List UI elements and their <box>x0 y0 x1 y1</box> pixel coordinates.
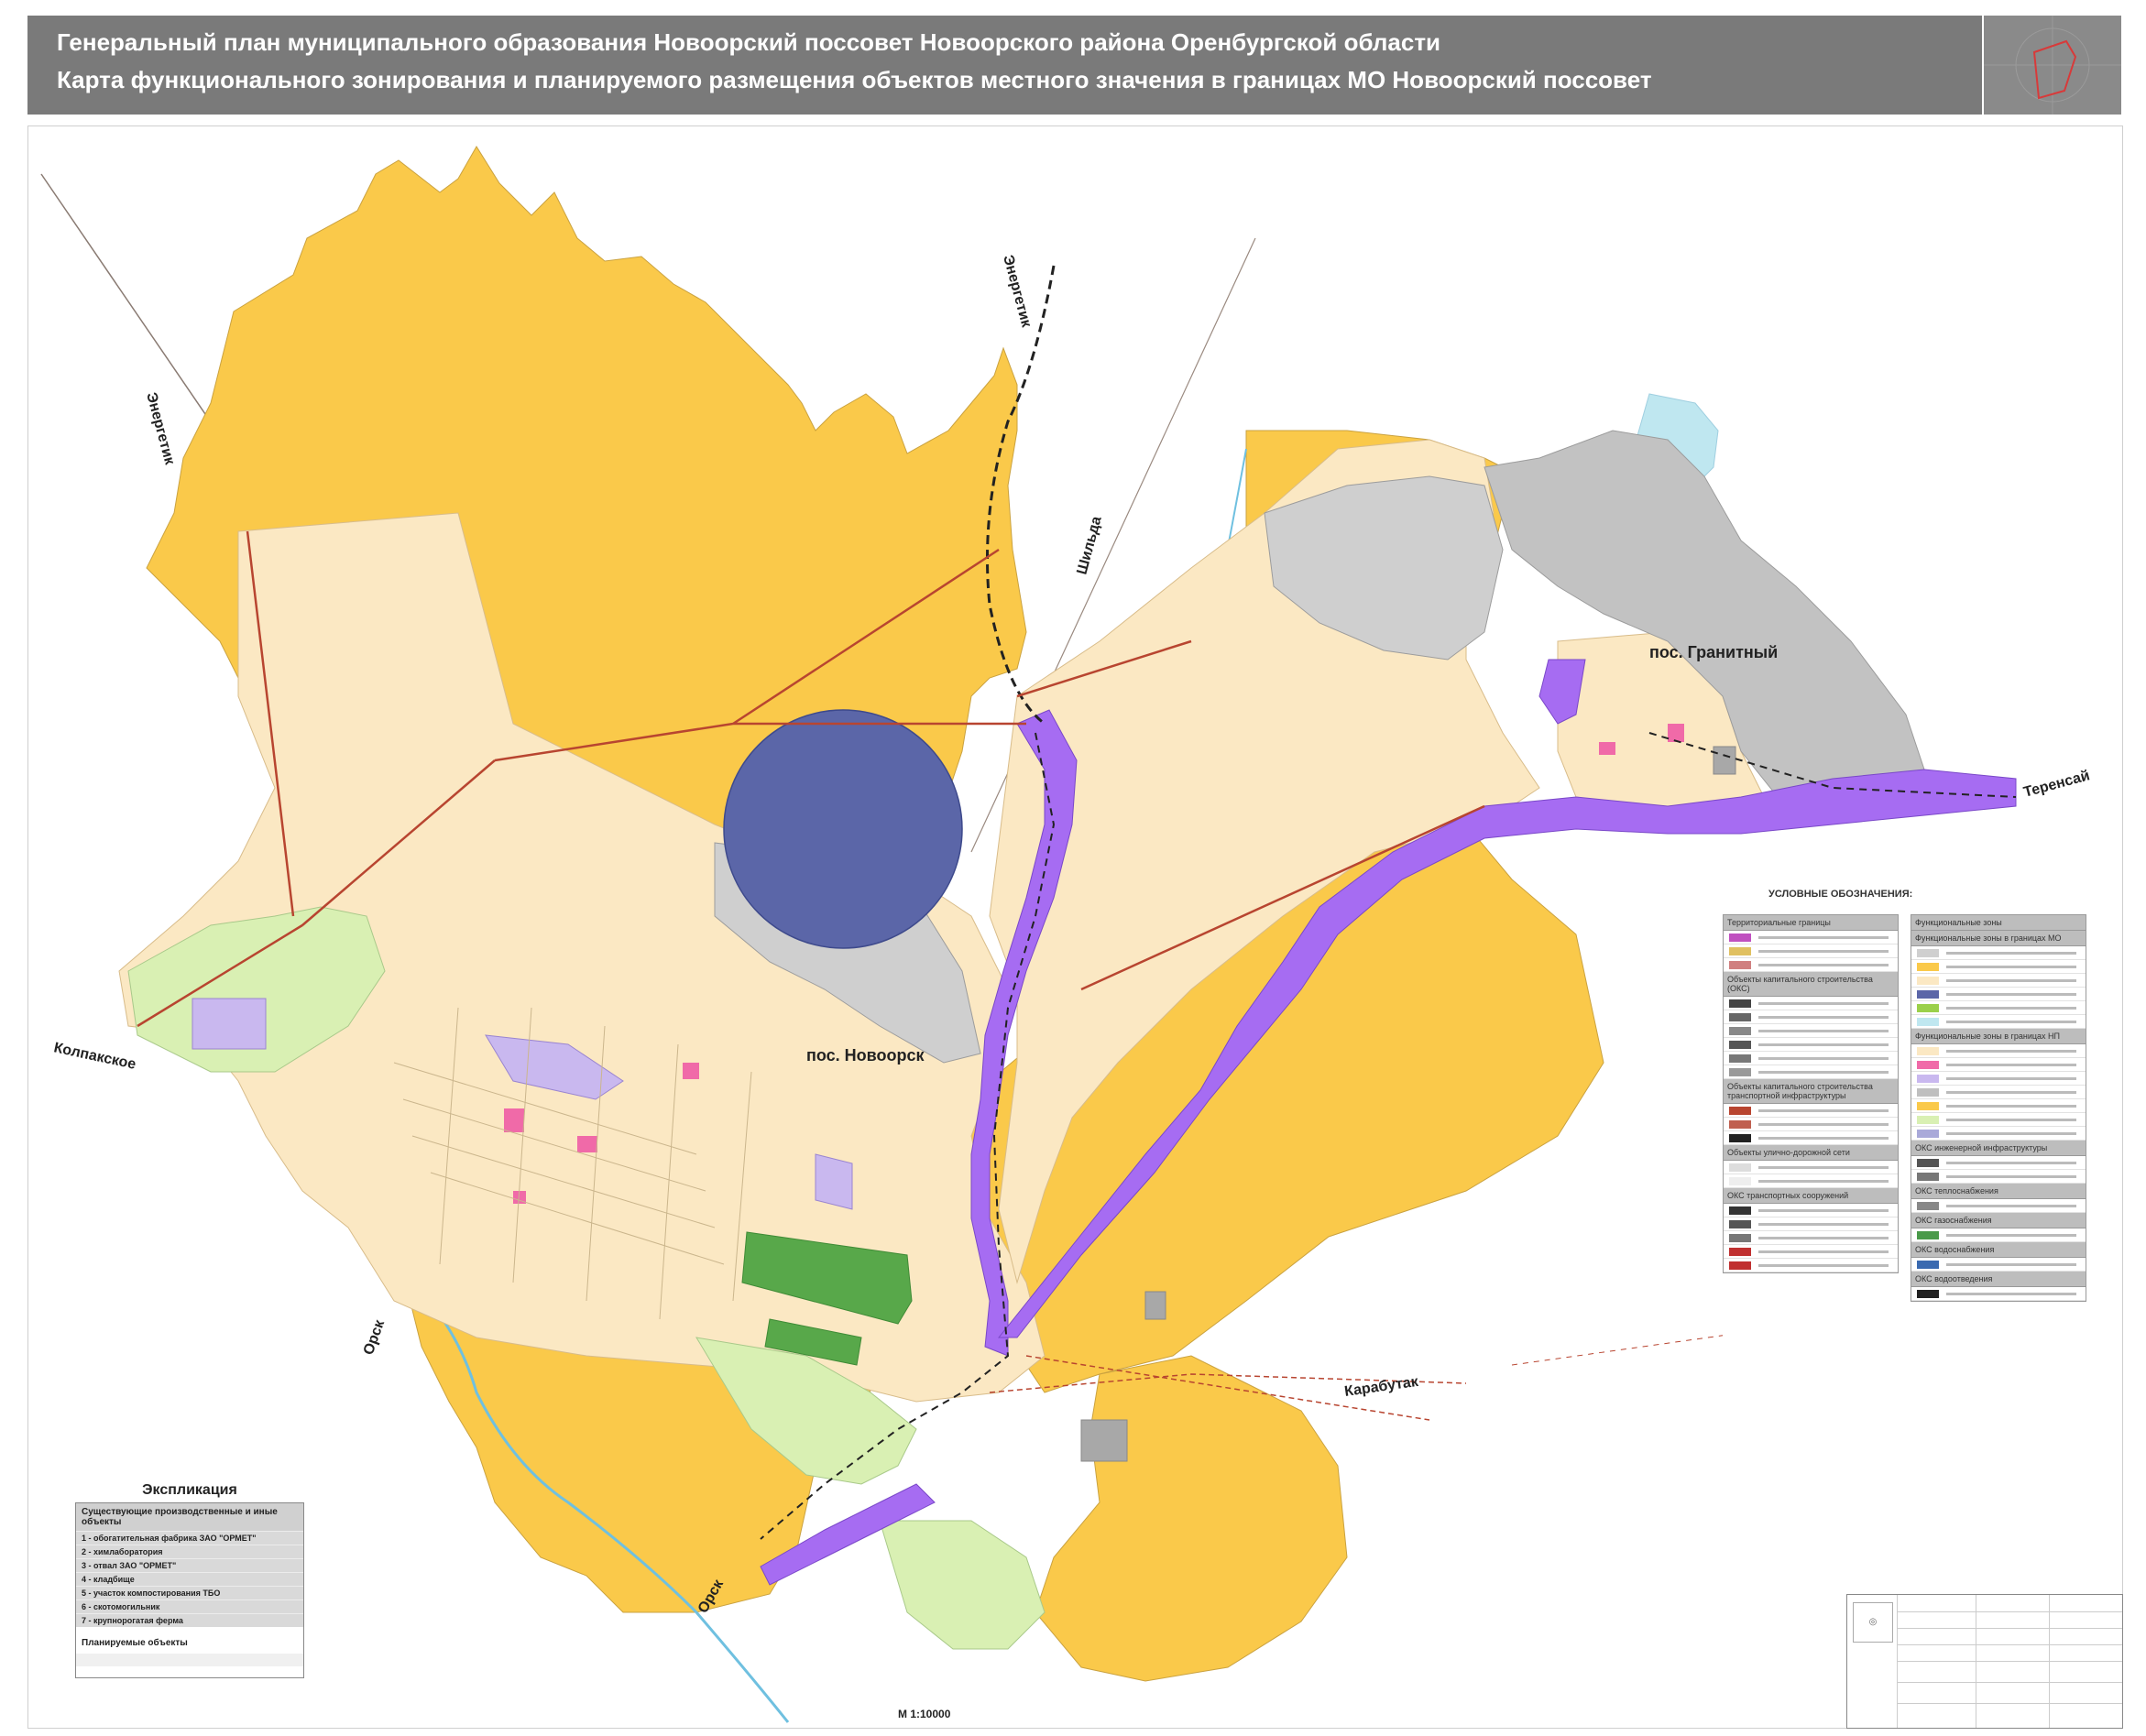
recreation-zone-southeast <box>879 1520 1046 1650</box>
legend-column-right: Функциональные зоны Функциональные зоны … <box>1911 914 2086 1302</box>
legend-section: Объекты капитального строительства транс… <box>1724 1079 1898 1104</box>
legend-section: Территориальные границы <box>1724 915 1898 931</box>
legend-section: Объекты капитального строительства (ОКС) <box>1724 972 1898 997</box>
planned-object-block <box>192 998 267 1050</box>
legend-section: Объекты улично-дорожной сети <box>1724 1145 1898 1161</box>
legend: УСЛОВНЫЕ ОБОЗНАЧЕНИЯ: Территориальные гр… <box>1723 889 2089 1429</box>
legend-section: ОКС газоснабжения <box>1911 1213 2086 1228</box>
explication-item: 7 - крупнорогатая ферма <box>76 1613 303 1627</box>
direction-label: Энергетик <box>1000 254 1035 330</box>
legend-section: ОКС инженерной инфраструктуры <box>1911 1141 2086 1156</box>
industrial-site <box>1080 1419 1128 1462</box>
planned-object-block <box>815 1153 853 1210</box>
agricultural-zone-southeast <box>1035 1355 1348 1682</box>
industrial-site <box>1144 1291 1166 1320</box>
industrial-site <box>1713 746 1736 775</box>
legend-section: ОКС теплоснабжения <box>1911 1184 2086 1199</box>
direction-label: Шильда <box>1074 515 1104 576</box>
legend-title: УСЛОВНЫЕ ОБОЗНАЧЕНИЯ: <box>1768 889 1913 900</box>
legend-section: ОКС водоснабжения <box>1911 1242 2086 1258</box>
explication-item: 3 - отвал ЗАО "ОРМЕТ" <box>76 1558 303 1572</box>
direction-label: Энергетик <box>143 391 178 467</box>
settlement-label-novoorsk: пос. Новоорск <box>806 1046 925 1065</box>
explication-item: 5 - участок компостирования ТБО <box>76 1586 303 1600</box>
map-canvas: пос. Новоорск пос. Гранитный Энергетик Э… <box>40 146 2092 1723</box>
public-business-block <box>577 1136 597 1152</box>
explication-item: 1 - обогатительная фабрика ЗАО "ОРМЕТ" <box>76 1531 303 1545</box>
explication-table: Экспликация Существующие производственны… <box>75 1482 304 1678</box>
public-business-block <box>1668 724 1684 742</box>
explication-planned-header: Планируемые объекты <box>76 1627 303 1654</box>
public-business-block <box>1599 742 1615 755</box>
direction-label: Теренсай <box>2022 768 2092 801</box>
direction-label: Орск <box>361 1317 389 1358</box>
map-scale: М 1:10000 <box>898 1708 951 1720</box>
public-business-block <box>683 1063 699 1079</box>
legend-section: ОКС транспортных сооружений <box>1724 1188 1898 1204</box>
special-zone-circle <box>723 709 963 949</box>
explication-title: Экспликация <box>142 1482 237 1498</box>
legend-section: Функциональные зоны в границах МО <box>1911 931 2086 946</box>
explication-item: 2 - химлаборатория <box>76 1545 303 1558</box>
explication-group: Существующие производственные и иные объ… <box>76 1503 303 1531</box>
legend-section: ОКС водоотведения <box>1911 1272 2086 1287</box>
direction-label: Колпакское <box>52 1040 137 1073</box>
settlement-label-granitny: пос. Гранитный <box>1649 643 1778 661</box>
legend-section: Функциональные зоны <box>1911 915 2086 931</box>
title-block-stamp: ◎ <box>1846 1594 2123 1729</box>
legend-section: Функциональные зоны в границах НП <box>1911 1029 2086 1044</box>
explication-planned-item <box>76 1654 303 1666</box>
company-logo: ◎ <box>1853 1602 1893 1643</box>
public-business-block <box>504 1108 524 1132</box>
explication-item: 4 - кладбище <box>76 1572 303 1586</box>
explication-item: 6 - скотомогильник <box>76 1600 303 1613</box>
direction-label: Карабутак <box>1343 1374 1420 1400</box>
legend-column-left: Территориальные границы Объекты капиталь… <box>1723 914 1899 1273</box>
